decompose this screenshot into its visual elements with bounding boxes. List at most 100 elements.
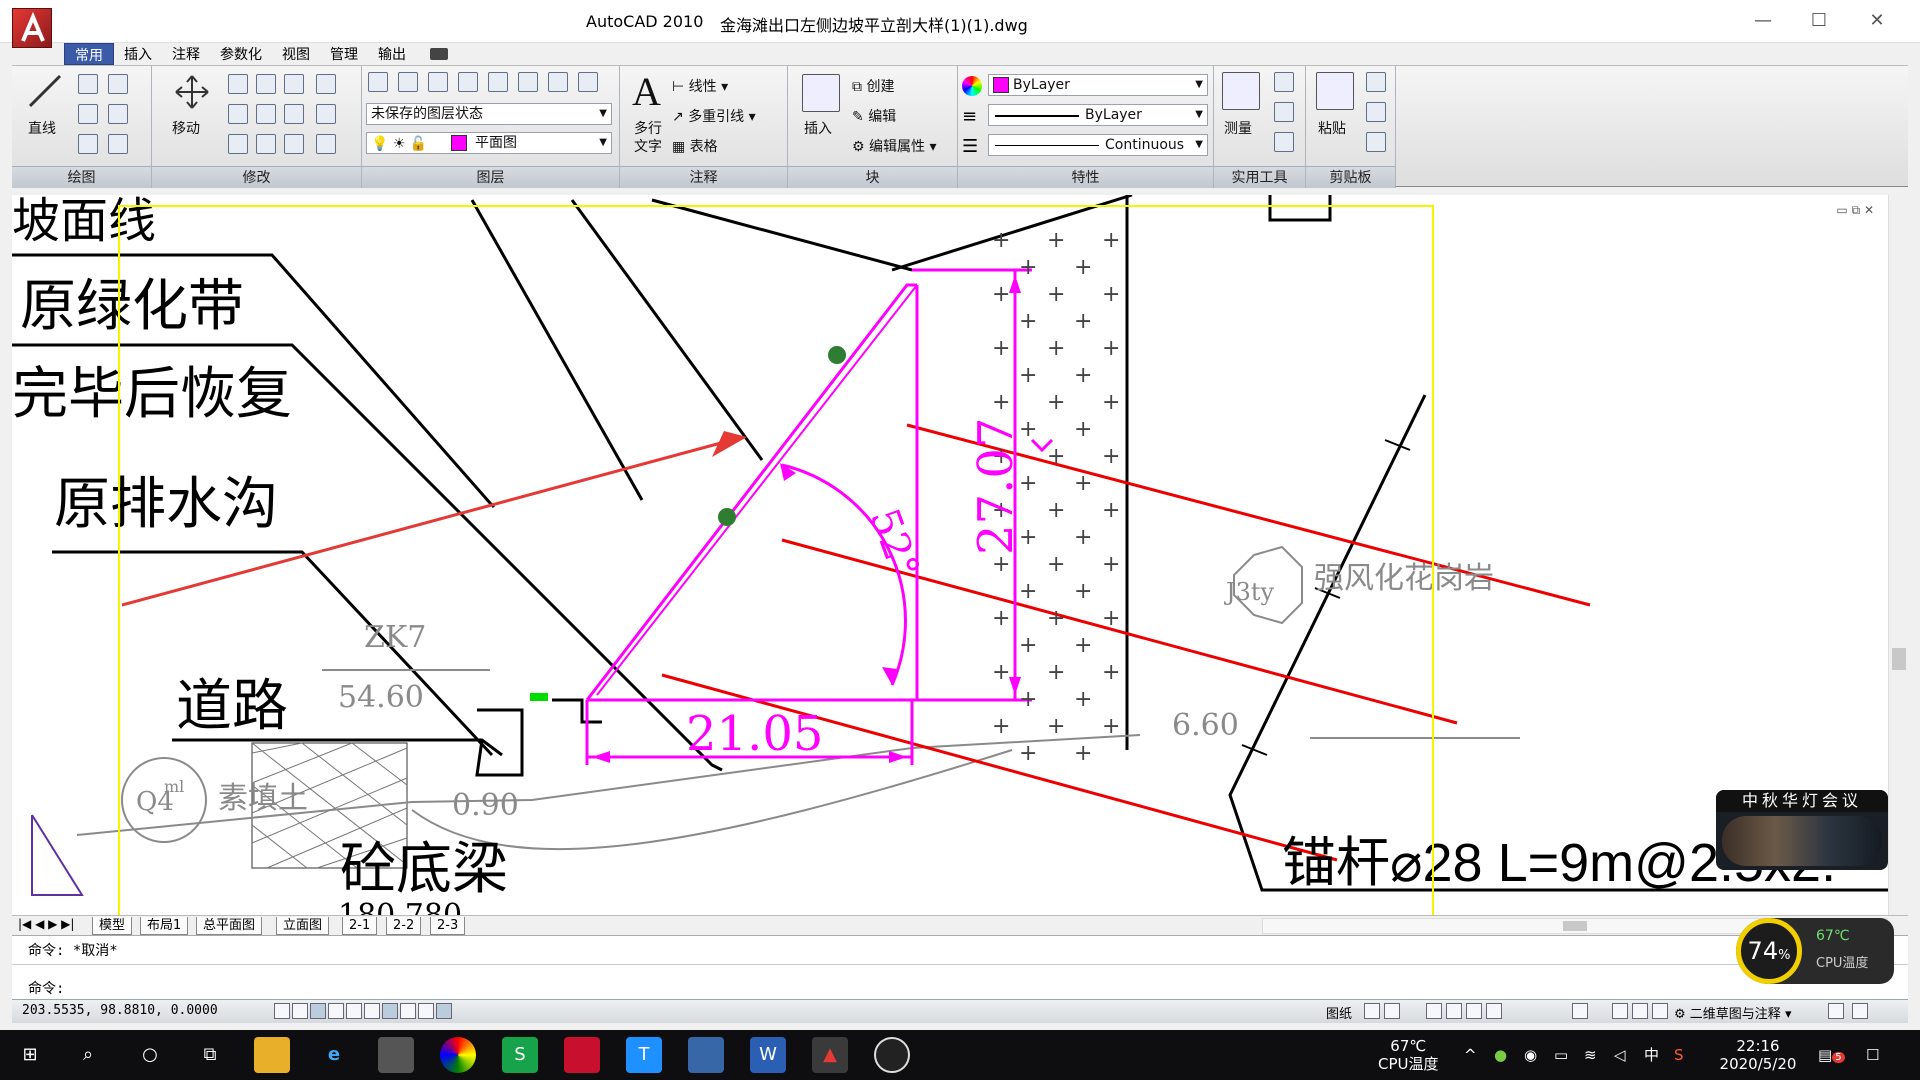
- color-wheel-icon[interactable]: [962, 76, 982, 96]
- clean-screen-icon[interactable]: [1852, 1003, 1868, 1019]
- layer-select[interactable]: 💡 ☀ 🔓 平面图 ▼: [366, 132, 612, 154]
- tray-app-icon[interactable]: ●: [1494, 1037, 1507, 1073]
- volume-icon[interactable]: ◁: [1614, 1037, 1626, 1073]
- rectangle-icon[interactable]: [108, 104, 128, 124]
- tab-model[interactable]: 模型: [92, 917, 133, 935]
- dyn-input-icon[interactable]: [400, 1003, 416, 1019]
- hatch-icon[interactable]: [108, 134, 128, 154]
- word-icon[interactable]: W: [750, 1037, 786, 1073]
- layer-match-icon[interactable]: [398, 72, 418, 92]
- quick-properties-icon[interactable]: [436, 1003, 452, 1019]
- panel-annotation-title[interactable]: 注释: [620, 166, 787, 188]
- circle-icon[interactable]: [78, 104, 98, 124]
- drawing-canvas[interactable]: + + + + + + + + + + + + + + + + + + + + + + + + + + + + + + + + + + + + + + + +…: [12, 195, 1908, 915]
- layer-walk-icon[interactable]: [578, 72, 598, 92]
- tab-insert[interactable]: 插入: [114, 43, 162, 65]
- ducs-icon[interactable]: [382, 1003, 398, 1019]
- trim-icon[interactable]: [284, 74, 304, 94]
- edit-block-button[interactable]: ✎ 编辑: [852, 106, 896, 126]
- erase-icon[interactable]: [316, 74, 336, 94]
- vertical-scrollbar[interactable]: [1888, 195, 1908, 915]
- mleader-button[interactable]: ↗ 多重引线 ▾: [672, 106, 756, 126]
- viewport-controls[interactable]: ▭ ⧉ ✕: [1836, 203, 1874, 218]
- text-app-icon[interactable]: T: [626, 1037, 662, 1073]
- osnap-icon[interactable]: [346, 1003, 362, 1019]
- line-tool-label[interactable]: 直线: [28, 118, 56, 138]
- annotation-visibility-icon[interactable]: [1632, 1003, 1648, 1019]
- panel-properties-title[interactable]: 特性: [958, 166, 1213, 188]
- tab-elevation[interactable]: 立面图: [276, 917, 330, 935]
- quick-select-icon[interactable]: [1274, 72, 1294, 92]
- calculator-icon[interactable]: [1274, 132, 1294, 152]
- layer-isolate-icon[interactable]: [458, 72, 478, 92]
- scale-icon[interactable]: [228, 134, 248, 154]
- close-button[interactable]: ✕: [1854, 4, 1900, 38]
- tab-site-plan[interactable]: 总平面图: [196, 917, 263, 935]
- horizontal-scroll-thumb[interactable]: [1563, 921, 1587, 931]
- tab-layout1[interactable]: 布局1: [140, 917, 189, 935]
- tab-output[interactable]: 输出: [368, 43, 416, 65]
- stretch-icon[interactable]: [316, 104, 336, 124]
- mirror-icon[interactable]: [228, 104, 248, 124]
- zoom-icon[interactable]: [1446, 1003, 1462, 1019]
- cortana-icon[interactable]: ○: [132, 1037, 168, 1073]
- search-icon[interactable]: ⌕: [70, 1037, 106, 1073]
- table-button[interactable]: ▦ 表格: [672, 136, 718, 156]
- toolbar-lock-icon[interactable]: [1828, 1003, 1844, 1019]
- layer-freeze-icon[interactable]: [518, 72, 538, 92]
- lineweight-select[interactable]: ByLayer ▼: [988, 104, 1208, 126]
- offset-icon[interactable]: [284, 134, 304, 154]
- autocad-taskbar-icon[interactable]: ▲: [812, 1037, 848, 1073]
- insert-block-icon[interactable]: [802, 74, 840, 112]
- measure-icon[interactable]: [1222, 72, 1260, 110]
- showmotion-icon[interactable]: [1486, 1003, 1502, 1019]
- select-similar-icon[interactable]: [1274, 102, 1294, 122]
- edit-attr-button[interactable]: ⚙ 编辑属性 ▾: [852, 136, 937, 156]
- otrack-icon[interactable]: [364, 1003, 380, 1019]
- tray-security-icon[interactable]: ◉: [1524, 1037, 1537, 1073]
- minimize-button[interactable]: —: [1740, 4, 1786, 38]
- copy-clip-icon[interactable]: [1366, 102, 1386, 122]
- maximize-button[interactable]: ☐: [1796, 4, 1842, 38]
- autocad-logo-icon[interactable]: [12, 8, 52, 48]
- chrome-icon[interactable]: [440, 1037, 476, 1073]
- polar-tracking-icon[interactable]: [328, 1003, 344, 1019]
- panel-layers-title[interactable]: 图层: [362, 166, 619, 188]
- cut-icon[interactable]: [1366, 72, 1386, 92]
- arc-icon[interactable]: [108, 74, 128, 94]
- layer-previous-icon[interactable]: [428, 72, 448, 92]
- tab-view[interactable]: 视图: [272, 43, 320, 65]
- paper-model-toggle[interactable]: 图纸: [1326, 1003, 1352, 1022]
- snap-mode-icon[interactable]: [274, 1003, 290, 1019]
- insert-label[interactable]: 插入: [804, 118, 832, 138]
- clock[interactable]: 22:16 2020/5/20: [1710, 1037, 1806, 1073]
- cpu-monitor-widget[interactable]: 74% 67℃ CPU温度: [1736, 918, 1894, 984]
- panel-utilities-title[interactable]: 实用工具: [1214, 166, 1305, 188]
- match-properties-icon[interactable]: [1366, 132, 1386, 152]
- rotate-icon[interactable]: [256, 74, 276, 94]
- move-icon[interactable]: [174, 74, 210, 110]
- ortho-mode-icon[interactable]: [310, 1003, 326, 1019]
- pdf-app-icon[interactable]: [564, 1037, 600, 1073]
- coordinate-readout[interactable]: 203.5535, 98.8810, 0.0000: [22, 1003, 218, 1018]
- annotation-scale-icon[interactable]: [1612, 1003, 1628, 1019]
- panel-modify-title[interactable]: 修改: [152, 166, 361, 188]
- steering-wheel-icon[interactable]: [1466, 1003, 1482, 1019]
- linetype-select[interactable]: Continuous ▼: [988, 134, 1208, 156]
- tab-home[interactable]: 常用: [64, 43, 114, 65]
- polyline-icon[interactable]: [78, 74, 98, 94]
- mtext-label-1[interactable]: 多行: [634, 118, 662, 138]
- pan-icon[interactable]: [1426, 1003, 1442, 1019]
- tray-cpu-temp[interactable]: 67℃ CPU温度: [1378, 1037, 1439, 1073]
- lineweight-toggle-icon[interactable]: [418, 1003, 434, 1019]
- cad-viewer-icon[interactable]: [688, 1037, 724, 1073]
- layer-lock-icon[interactable]: [548, 72, 568, 92]
- battery-icon[interactable]: ▭: [1554, 1037, 1568, 1073]
- quick-view-drawings-icon[interactable]: [1384, 1003, 1400, 1019]
- tray-expand-icon[interactable]: ^: [1464, 1037, 1477, 1073]
- ime-indicator[interactable]: 中: [1644, 1037, 1659, 1073]
- action-center-icon[interactable]: ☐: [1866, 1037, 1879, 1073]
- grid-mode-icon[interactable]: [292, 1003, 308, 1019]
- color-select[interactable]: ByLayer ▼: [988, 74, 1208, 96]
- array-icon[interactable]: [256, 134, 276, 154]
